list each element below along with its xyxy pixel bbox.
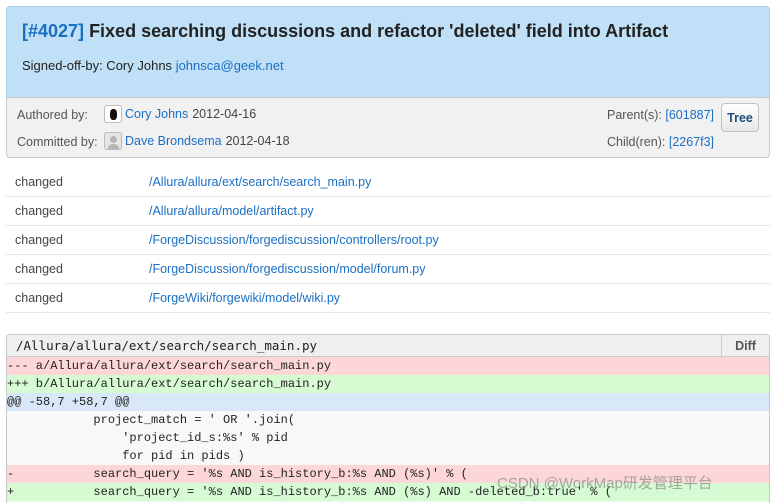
diff-line-added: +++ b/Allura/allura/ext/search/search_ma… bbox=[7, 375, 769, 393]
diff-line-context: project_match = ' OR '.join( bbox=[7, 411, 769, 429]
list-item: changed /ForgeWiki/forgewiki/model/wiki.… bbox=[6, 284, 770, 313]
watermark: CSDN @WorkMap研发管理平台 bbox=[497, 475, 713, 492]
commit-header: [#4027] Fixed searching discussions and … bbox=[6, 6, 770, 98]
child-hash-link[interactable]: [2267f3] bbox=[669, 135, 714, 149]
committer-info: Dave Brondsema 2012-04-18 bbox=[104, 132, 290, 150]
changed-file-link[interactable]: /Allura/allura/model/artifact.py bbox=[149, 204, 314, 218]
diff-button[interactable]: Diff bbox=[721, 335, 769, 356]
diff-header: /Allura/allura/ext/search/search_main.py… bbox=[7, 335, 769, 357]
list-item: changed /ForgeDiscussion/forgediscussion… bbox=[6, 226, 770, 255]
children-label: Child(ren): bbox=[607, 135, 666, 149]
changed-file-link[interactable]: /ForgeWiki/forgewiki/model/wiki.py bbox=[149, 291, 340, 305]
list-item: changed /Allura/allura/model/artifact.py bbox=[6, 197, 770, 226]
signed-off-line: Signed-off-by: Cory Johns johnsca@geek.n… bbox=[22, 58, 284, 73]
signed-off-email-link[interactable]: johnsca@geek.net bbox=[176, 58, 284, 73]
changed-file-link[interactable]: /Allura/allura/ext/search/search_main.py bbox=[149, 175, 371, 189]
change-kind: changed bbox=[15, 262, 63, 276]
signed-off-text: Signed-off-by: Cory Johns bbox=[22, 58, 173, 73]
parents-label: Parent(s): bbox=[607, 108, 662, 122]
diff-line-context: for pid in pids ) bbox=[7, 447, 769, 465]
committed-by-label: Committed by: bbox=[17, 135, 98, 149]
author-date: 2012-04-16 bbox=[192, 107, 257, 121]
changed-file-link[interactable]: /ForgeDiscussion/forgediscussion/control… bbox=[149, 233, 439, 247]
children-info: Child(ren): [2267f3] bbox=[607, 135, 714, 149]
commit-meta: Authored by: Cory Johns 2012-04-16 Commi… bbox=[6, 97, 770, 158]
authored-by-label: Authored by: bbox=[17, 108, 88, 122]
diff-line-removed: --- a/Allura/allura/ext/search/search_ma… bbox=[7, 357, 769, 375]
change-kind: changed bbox=[15, 233, 63, 247]
commit-title: [#4027] Fixed searching discussions and … bbox=[22, 21, 668, 42]
user-avatar-icon[interactable] bbox=[104, 105, 122, 123]
change-kind: changed bbox=[15, 204, 63, 218]
tree-button[interactable]: Tree bbox=[721, 103, 759, 132]
parents-info: Parent(s): [601887] bbox=[607, 108, 714, 122]
changed-file-link[interactable]: /ForgeDiscussion/forgediscussion/model/f… bbox=[149, 262, 426, 276]
list-item: changed /Allura/allura/ext/search/search… bbox=[6, 168, 770, 197]
default-avatar-icon[interactable] bbox=[104, 132, 122, 150]
diff-line-context: 'project_id_s:%s' % pid bbox=[7, 429, 769, 447]
committer-date: 2012-04-18 bbox=[225, 134, 290, 148]
committer-link[interactable]: Dave Brondsema bbox=[125, 134, 222, 148]
author-info: Cory Johns 2012-04-16 bbox=[104, 105, 256, 123]
commit-number-link[interactable]: [#4027] bbox=[22, 21, 84, 41]
change-kind: changed bbox=[15, 175, 63, 189]
commit-title-text: Fixed searching discussions and refactor… bbox=[89, 21, 669, 41]
parent-hash-link[interactable]: [601887] bbox=[665, 108, 714, 122]
changed-files-list: changed /Allura/allura/ext/search/search… bbox=[6, 168, 770, 313]
author-link[interactable]: Cory Johns bbox=[125, 107, 188, 121]
diff-file-name: /Allura/allura/ext/search/search_main.py bbox=[16, 338, 318, 353]
change-kind: changed bbox=[15, 291, 63, 305]
diff-hunk-header: @@ -58,7 +58,7 @@ bbox=[7, 393, 769, 411]
list-item: changed /ForgeDiscussion/forgediscussion… bbox=[6, 255, 770, 284]
